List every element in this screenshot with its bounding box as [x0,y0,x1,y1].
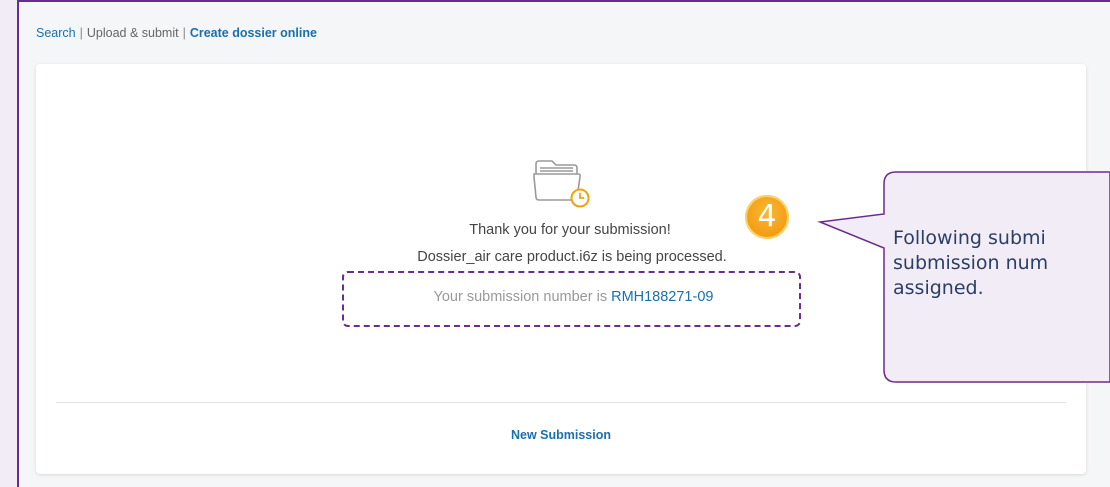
nav-separator: | [79,26,83,40]
thank-you-message: Thank you for your submission! [469,222,671,238]
nav-search-link[interactable]: Search [36,26,76,40]
new-submission-button[interactable]: New Submission [36,428,1086,442]
submission-number-text: Your submission number is RMH188271-09 [344,289,803,305]
folder-clock-icon [533,160,590,208]
processing-message: Dossier_air care product.i6z is being pr… [417,249,727,265]
nav-upload-submit[interactable]: Upload & submit [87,26,179,40]
top-navigation: Search | Upload & submit | Create dossier on… [36,26,317,40]
step-number-badge: 4 [745,195,789,239]
submission-number-prefix: Your submission number is [433,289,608,305]
submission-number-highlight: Your submission number is RMH188271-09 [342,271,801,327]
submission-number-value: RMH188271-09 [611,289,714,305]
nav-separator: | [182,26,186,40]
card-divider [56,402,1066,403]
nav-create-dossier-link[interactable]: Create dossier online [190,26,317,40]
callout-text: Following submi submission num assigned. [893,227,1049,299]
